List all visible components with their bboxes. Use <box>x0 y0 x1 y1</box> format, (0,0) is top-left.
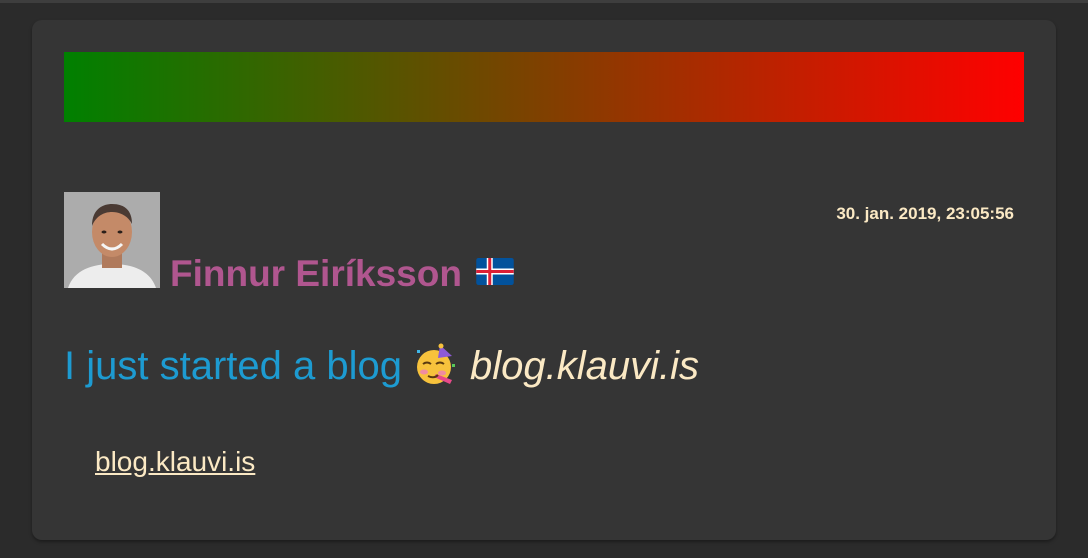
avatar-photo <box>64 192 160 288</box>
author-name[interactable]: Finnur Eiríksson <box>170 253 462 295</box>
blog-link[interactable]: blog.klauvi.is <box>95 446 255 478</box>
author-line: Finnur Eiríksson <box>170 252 514 296</box>
message-text: I just started a blog <box>64 344 402 388</box>
window-top-border <box>0 0 1088 3</box>
iceland-flag-icon <box>476 257 514 285</box>
post-message: I just started a blog blog.klauvi.is <box>64 342 699 389</box>
gradient-banner <box>64 52 1024 122</box>
avatar[interactable] <box>64 192 160 288</box>
post-card: Finnur Eiríksson 30. jan. 2019, 23:05:56… <box>32 20 1056 540</box>
message-link-text: blog.klauvi.is <box>469 344 699 388</box>
post-timestamp: 30. jan. 2019, 23:05:56 <box>836 204 1014 223</box>
partying-face-icon <box>414 342 458 386</box>
